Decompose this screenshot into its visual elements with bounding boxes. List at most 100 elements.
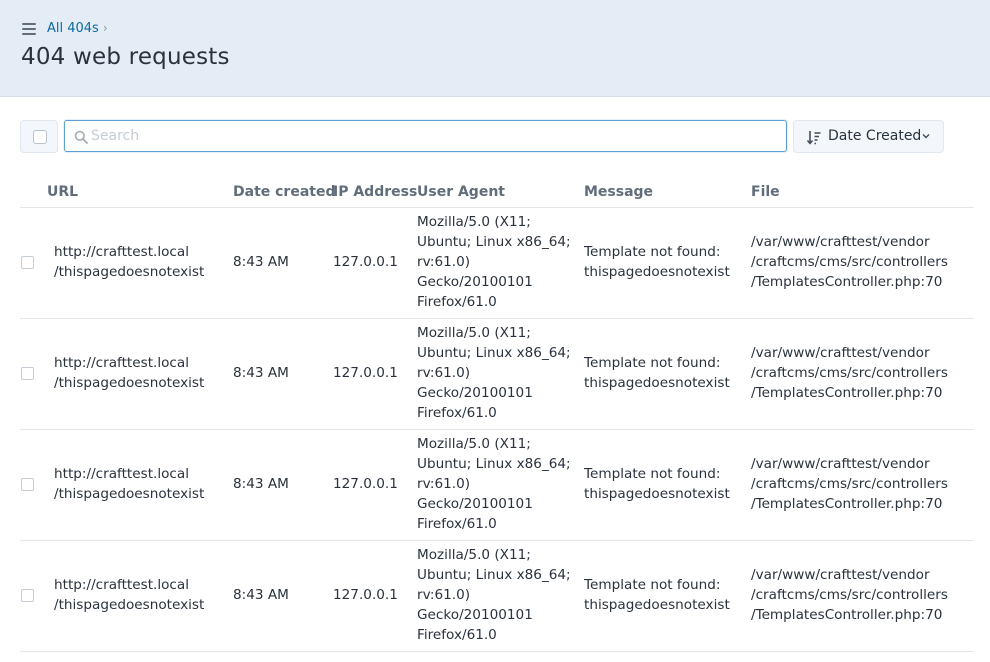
message-cell-line: thispagedoesnotexist	[584, 486, 730, 502]
user-agent-cell: Mozilla/5.0 (X11; Ubuntu; Linux x86_64;rv…	[417, 212, 571, 312]
url-cell-line: /thispagedoesnotexist	[54, 375, 205, 391]
user-agent-cell-line: Firefox/61.0	[417, 627, 497, 643]
breadcrumb: All 404s ›	[47, 21, 108, 36]
file-cell-line: /TemplatesController.php:70	[751, 607, 943, 623]
sort-label: Date Created	[828, 128, 922, 144]
column-header-user-agent[interactable]: User Agent	[417, 184, 505, 200]
ip-address-cell: 127.0.0.1	[333, 365, 398, 381]
table-header: URL Date created IP Address User Agent M…	[20, 176, 974, 208]
url-cell-line: /thispagedoesnotexist	[54, 486, 205, 502]
user-agent-cell-line: rv:61.0)	[417, 587, 471, 603]
user-agent-cell-line: Ubuntu; Linux x86_64;	[417, 567, 571, 583]
user-agent-cell-line: Mozilla/5.0 (X11;	[417, 547, 531, 563]
column-header-message[interactable]: Message	[584, 184, 653, 200]
row-checkbox[interactable]	[21, 367, 34, 380]
user-agent-cell-line: rv:61.0)	[417, 254, 471, 270]
message-cell: Template not found: thispagedoesnotexist	[584, 464, 730, 504]
user-agent-cell-line: Gecko/20100101	[417, 607, 533, 623]
file-cell: /var/www/crafttest/vendor/craftcms/cms/s…	[751, 343, 948, 403]
row-checkbox[interactable]	[21, 589, 34, 602]
message-cell: Template not found: thispagedoesnotexist	[584, 242, 730, 282]
requests-table: URL Date created IP Address User Agent M…	[20, 176, 974, 652]
page-header: All 404s › 404 web requests	[0, 0, 990, 97]
url-cell-line: /thispagedoesnotexist	[54, 597, 205, 613]
sort-descending-icon	[807, 131, 821, 145]
ip-address-cell: 127.0.0.1	[333, 254, 398, 270]
column-header-file[interactable]: File	[751, 184, 780, 200]
user-agent-cell: Mozilla/5.0 (X11; Ubuntu; Linux x86_64;rv…	[417, 545, 571, 645]
user-agent-cell-line: rv:61.0)	[417, 476, 471, 492]
row-checkbox[interactable]	[21, 256, 34, 269]
select-all-checkbox[interactable]	[20, 120, 58, 153]
message-cell: Template not found: thispagedoesnotexist	[584, 575, 730, 615]
user-agent-cell-line: Ubuntu; Linux x86_64;	[417, 234, 571, 250]
message-cell-line: Template not found:	[584, 244, 721, 260]
search-icon	[74, 130, 88, 144]
chevron-down-icon	[922, 134, 930, 139]
search-field[interactable]	[64, 120, 787, 152]
table-row[interactable]: http://crafttest.local/thispagedoesnotex…	[20, 208, 974, 319]
date-created-cell: 8:43 AM	[233, 476, 289, 492]
user-agent-cell-line: Mozilla/5.0 (X11;	[417, 214, 531, 230]
file-cell-line: /craftcms/cms/src/controllers	[751, 476, 948, 492]
column-header-date-created[interactable]: Date created	[233, 184, 335, 200]
user-agent-cell: Mozilla/5.0 (X11; Ubuntu; Linux x86_64; rv…	[417, 434, 571, 534]
hamburger-menu-icon[interactable]	[22, 23, 36, 35]
file-cell-line: /var/www/crafttest/vendor	[751, 234, 930, 250]
ip-address-cell: 127.0.0.1	[333, 587, 398, 603]
url-cell-line: http://crafttest.local	[54, 355, 190, 371]
file-cell-line: /TemplatesController.php:70	[751, 496, 943, 512]
file-cell-line: /craftcms/cms/src/controllers	[751, 587, 948, 603]
message-cell-line: Template not found:	[584, 577, 721, 593]
user-agent-cell-line: Ubuntu; Linux x86_64;	[417, 345, 571, 361]
user-agent-cell-line: Gecko/20100101	[417, 385, 533, 401]
message-cell-line: Template not found:	[584, 466, 721, 482]
date-created-cell: 8:43 AM	[233, 254, 289, 270]
date-created-cell: 8:43 AM	[233, 587, 289, 603]
url-cell[interactable]: http://crafttest.local/thispagedoesnotex…	[54, 242, 204, 282]
row-checkbox[interactable]	[21, 478, 34, 491]
url-cell-line: /thispagedoesnotexist	[54, 264, 205, 280]
breadcrumb-link-all-404s[interactable]: All 404s	[47, 21, 99, 36]
table-row[interactable]: http://crafttest.local/thispagedoesnotex…	[20, 319, 974, 430]
user-agent-cell-line: Firefox/61.0	[417, 405, 497, 421]
breadcrumb-separator: ›	[102, 21, 108, 35]
date-created-cell: 8:43 AM	[233, 365, 289, 381]
file-cell-line: /TemplatesController.php:70	[751, 385, 943, 401]
search-input[interactable]	[91, 121, 781, 151]
url-cell[interactable]: http://crafttest.local/thispagedoesnotex…	[54, 353, 204, 393]
user-agent-cell-line: Firefox/61.0	[417, 294, 497, 310]
file-cell-line: /var/www/crafttest/vendor	[751, 456, 930, 472]
file-cell-line: /craftcms/cms/src/controllers	[751, 254, 948, 270]
table-body: http://crafttest.local/thispagedoesnotex…	[20, 208, 974, 652]
ip-address-cell: 127.0.0.1	[333, 476, 398, 492]
table-row[interactable]: http://crafttest.local/thispagedoesnotex…	[20, 430, 974, 541]
url-cell-line: http://crafttest.local	[54, 577, 190, 593]
message-cell-line: thispagedoesnotexist	[584, 375, 730, 391]
user-agent-cell: Mozilla/5.0 (X11; Ubuntu; Linux x86_64; rv…	[417, 323, 571, 423]
file-cell-line: /craftcms/cms/src/controllers	[751, 365, 948, 381]
file-cell-line: /var/www/crafttest/vendor	[751, 567, 930, 583]
file-cell: /var/www/crafttest/vendor/craftcms/cms/s…	[751, 454, 948, 514]
url-cell-line: http://crafttest.local	[54, 466, 190, 482]
user-agent-cell-line: Mozilla/5.0 (X11;	[417, 325, 531, 341]
sort-menu-button[interactable]: Date Created	[793, 120, 944, 153]
table-row[interactable]: http://crafttest.local/thispagedoesnotex…	[20, 541, 974, 652]
page-title: 404 web requests	[21, 44, 230, 70]
file-cell: /var/www/crafttest/vendor/craftcms/cms/s…	[751, 565, 948, 625]
message-cell: Template not found: thispagedoesnotexist	[584, 353, 730, 393]
select-all-checkbox-box	[33, 130, 47, 144]
user-agent-cell-line: Ubuntu; Linux x86_64;	[417, 456, 571, 472]
file-cell: /var/www/crafttest/vendor/craftcms/cms/s…	[751, 232, 948, 292]
column-header-url[interactable]: URL	[47, 184, 78, 200]
user-agent-cell-line: Gecko/20100101	[417, 274, 533, 290]
message-cell-line: thispagedoesnotexist	[584, 597, 730, 613]
url-cell[interactable]: http://crafttest.local/thispagedoesnotex…	[54, 464, 204, 504]
url-cell[interactable]: http://crafttest.local/thispagedoesnotex…	[54, 575, 204, 615]
file-cell-line: /TemplatesController.php:70	[751, 274, 943, 290]
column-header-ip-address[interactable]: IP Address	[333, 184, 417, 200]
message-cell-line: thispagedoesnotexist	[584, 264, 730, 280]
message-cell-line: Template not found:	[584, 355, 721, 371]
url-cell-line: http://crafttest.local	[54, 244, 190, 260]
user-agent-cell-line: Firefox/61.0	[417, 516, 497, 532]
